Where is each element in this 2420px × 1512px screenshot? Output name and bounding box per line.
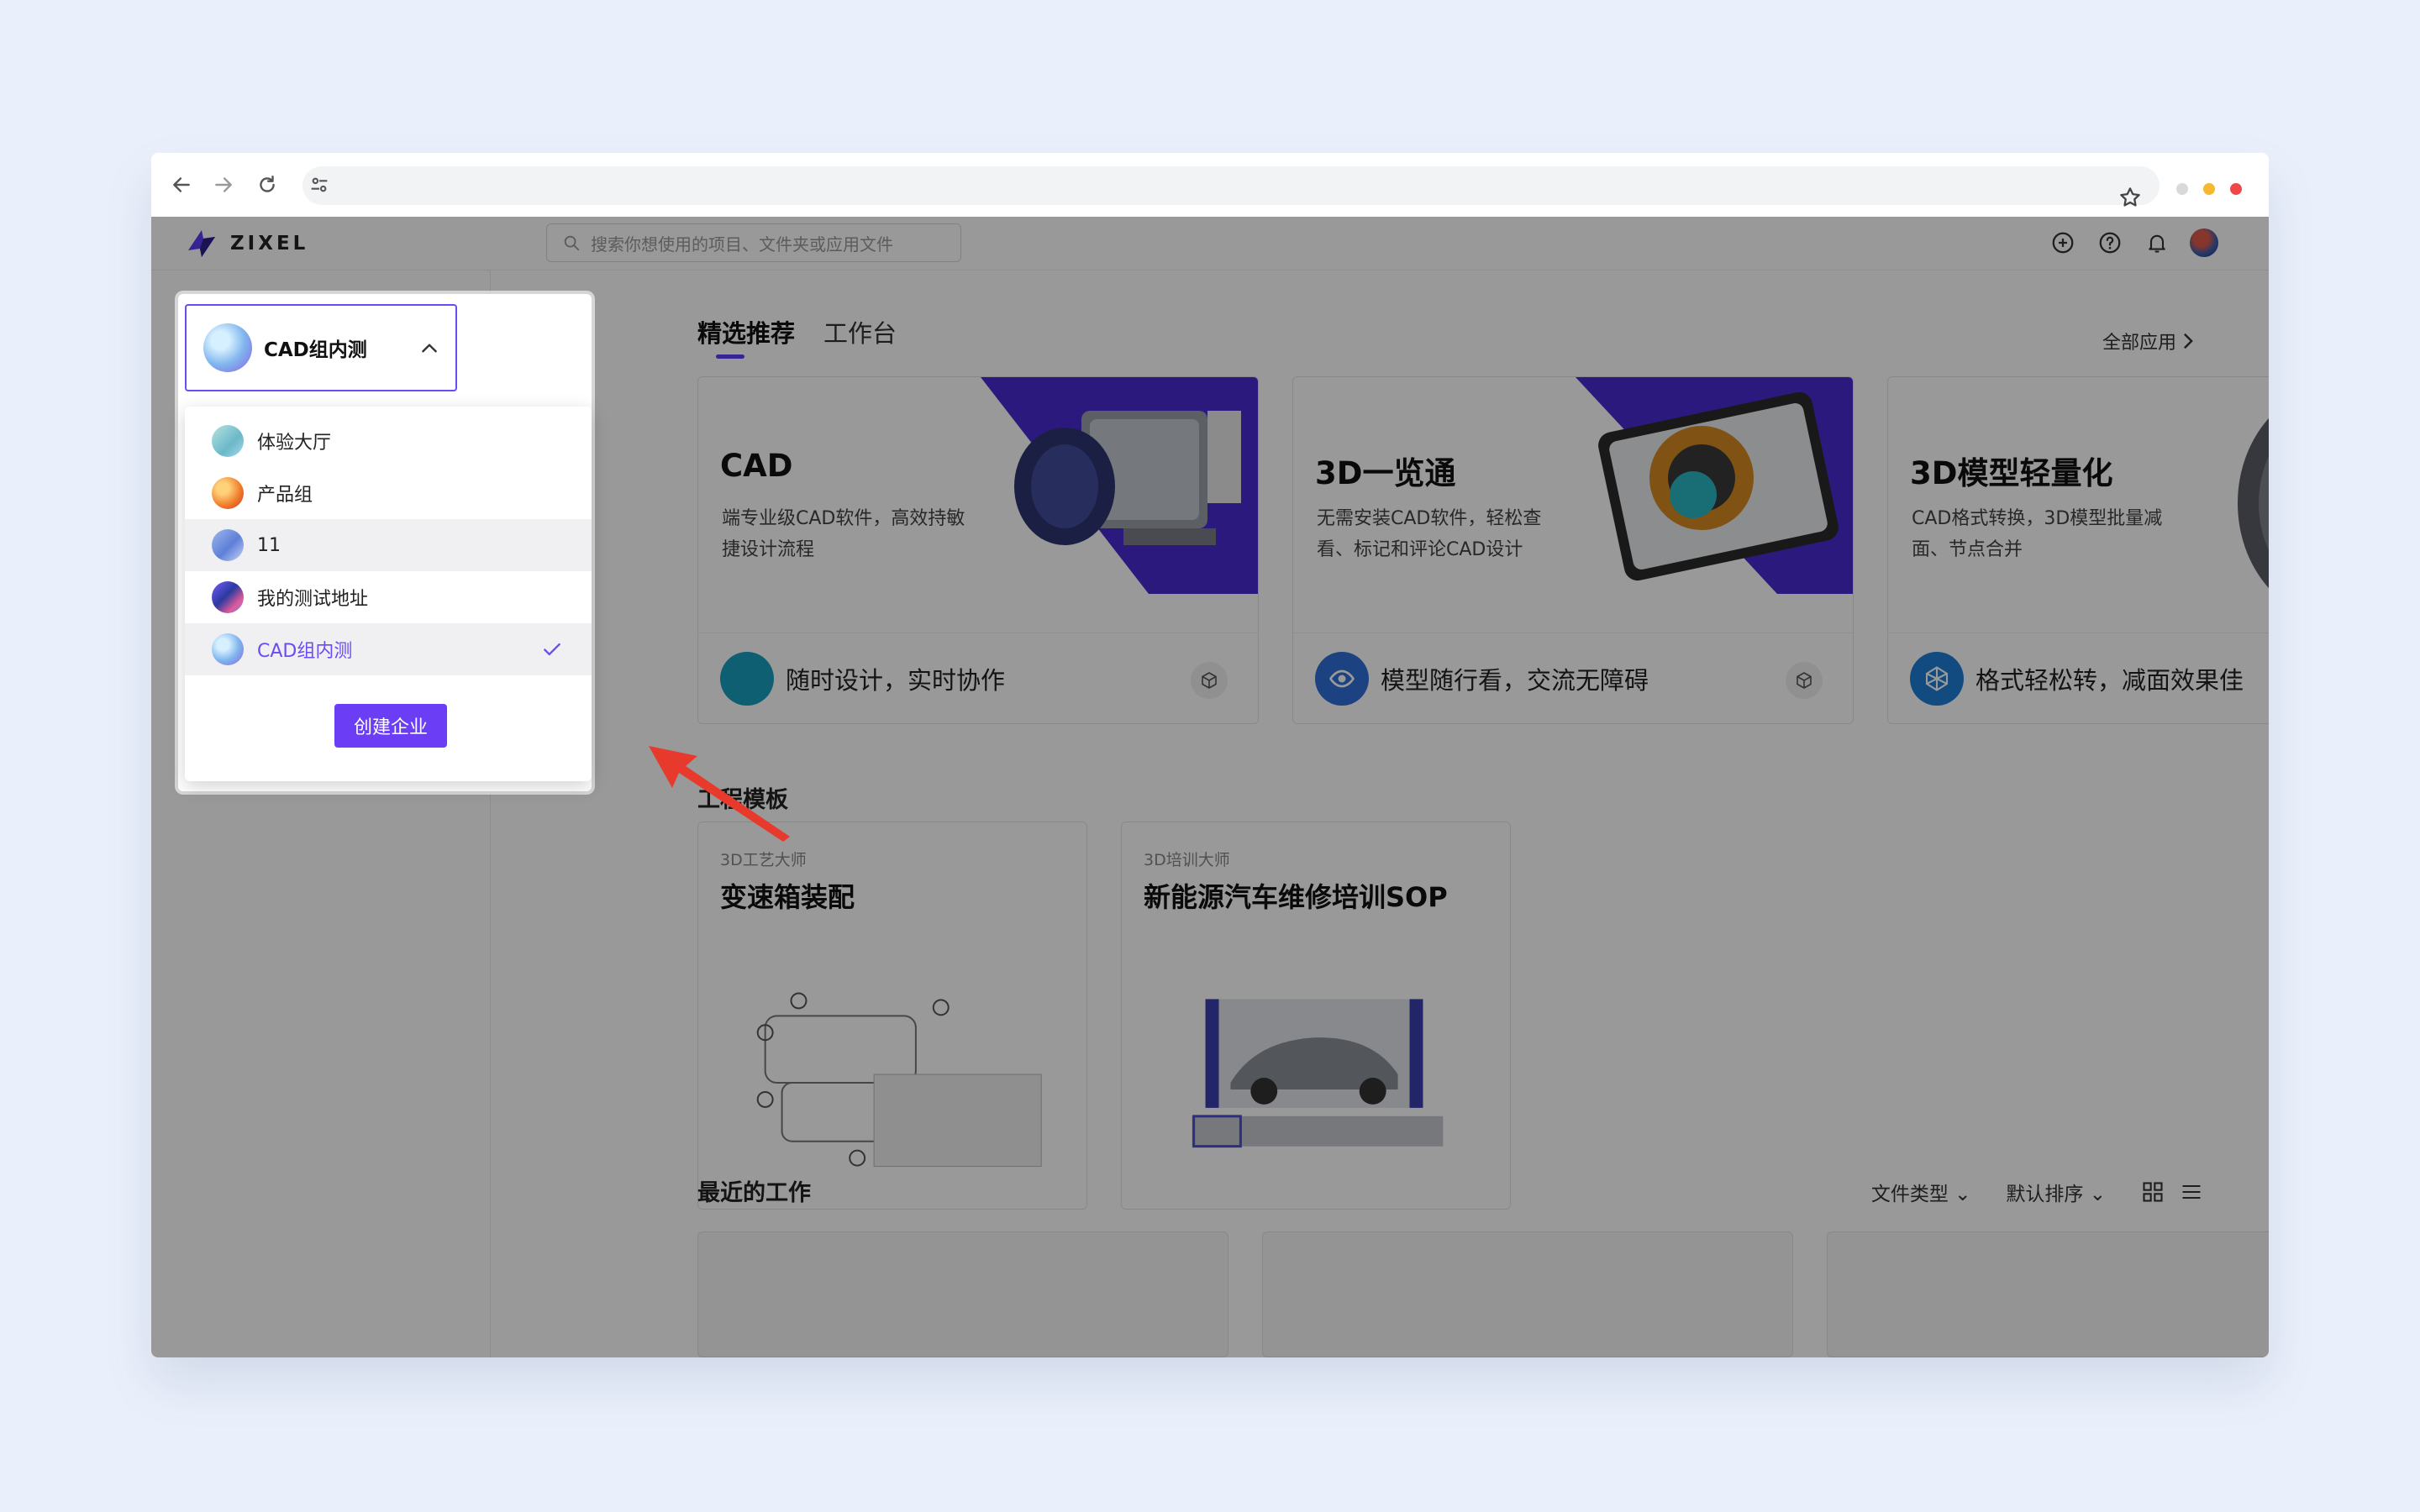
- org-item-label: 体验大厅: [257, 433, 332, 454]
- recent-title: 最近的工作: [697, 1180, 811, 1206]
- org-item[interactable]: 我的测试地址: [185, 571, 592, 623]
- card-footer: 格式轻松转，减面效果佳: [1888, 633, 2269, 723]
- recent-card[interactable]: [1827, 1231, 2269, 1357]
- logo[interactable]: ZIXEL: [183, 225, 308, 262]
- template-category: 3D工艺大师: [720, 851, 807, 869]
- feature-card-3d-viewer[interactable]: 3D一览通 无需安装CAD软件，轻松查看、标记和评论CAD设计 模型随行看，交流…: [1292, 376, 1854, 724]
- recent-card[interactable]: [1262, 1231, 1793, 1357]
- window-minimize-dot[interactable]: [2176, 183, 2188, 195]
- window-close-dot[interactable]: [2230, 183, 2242, 195]
- cube-icon[interactable]: [1786, 662, 1823, 699]
- sort-label: 默认排序: [2006, 1184, 2084, 1205]
- card-foot-text: 模型随行看，交流无障碍: [1381, 665, 1649, 695]
- eye-app-icon: [1315, 651, 1369, 706]
- cube-icon[interactable]: [1191, 662, 1228, 699]
- card-title: 3D一览通: [1315, 455, 1456, 491]
- gearbox-illustration: [756, 992, 1042, 1168]
- recent-toolbar: 文件类型 ⌄ 默认排序 ⌄: [1871, 1178, 2203, 1206]
- back-icon[interactable]: [168, 171, 195, 198]
- check-icon: [544, 643, 560, 656]
- chevron-down-icon: ⌄: [1954, 1184, 1971, 1205]
- app-topbar: ZIXEL 搜索你想使用的项目、文件夹或应用文件: [151, 217, 2269, 270]
- site-settings-icon[interactable]: [308, 173, 334, 200]
- polyhedron-app-icon: [1910, 651, 1964, 706]
- feature-card-lightweight[interactable]: 3D模型轻量化 CAD格式转换，3D模型批量减面、节点合并 格式轻松转，减面效果…: [1887, 376, 2269, 724]
- org-switcher-panel: CAD组内测 体验大厅 产品组 11 我的测试地址 CAD组内测 创建企业: [178, 294, 592, 791]
- reload-icon[interactable]: [254, 171, 281, 198]
- motor-illustration: [981, 377, 1258, 594]
- logo-text: ZIXEL: [230, 233, 309, 255]
- cad-app-icon: [720, 651, 774, 706]
- search-icon: [564, 235, 580, 251]
- card-foot-text: 格式轻松转，减面效果佳: [1975, 665, 2244, 695]
- list-view-icon[interactable]: [2180, 1180, 2203, 1204]
- template-title: 变速箱装配: [720, 881, 855, 913]
- forward-icon[interactable]: [210, 171, 237, 198]
- card-desc: 端专业级CAD软件，高效持敏捷设计流程: [722, 508, 965, 560]
- template-card-ev-training[interactable]: 3D培训大师 新能源汽车维修培训SOP: [1121, 822, 1511, 1210]
- zixel-logo-icon: [188, 230, 215, 257]
- window-zoom-dot[interactable]: [2203, 183, 2215, 195]
- search-placeholder: 搜索你想使用的项目、文件夹或应用文件: [591, 234, 893, 255]
- org-item-label: 我的测试地址: [257, 589, 369, 610]
- card-footer: 随时设计，实时协作: [698, 633, 1258, 723]
- org-item-label: 11: [257, 534, 281, 556]
- org-item[interactable]: 产品组: [185, 467, 592, 519]
- card-title: CAD: [720, 448, 793, 484]
- template-title: 新能源汽车维修培训SOP: [1144, 881, 1448, 913]
- file-type-filter[interactable]: 文件类型 ⌄: [1871, 1178, 1971, 1206]
- address-bar[interactable]: [302, 166, 2160, 207]
- chevron-up-icon: [422, 344, 437, 353]
- recent-card[interactable]: [697, 1231, 1228, 1357]
- browser-toolbar: [151, 153, 2269, 217]
- grid-view-icon[interactable]: [2141, 1180, 2165, 1204]
- all-apps-label: 全部应用: [2102, 333, 2176, 354]
- org-item[interactable]: 体验大厅: [185, 415, 592, 467]
- search-input[interactable]: 搜索你想使用的项目、文件夹或应用文件: [546, 223, 961, 262]
- feature-card-cad[interactable]: CAD 端专业级CAD软件，高效持敏捷设计流程 随时设计，实时协作: [697, 376, 1259, 724]
- recent-cards: [697, 1231, 2269, 1357]
- org-avatar: [212, 581, 244, 613]
- org-list: 体验大厅 产品组 11 我的测试地址 CAD组内测 创建企业: [185, 407, 592, 781]
- org-avatar: [203, 323, 252, 372]
- template-card-gearbox[interactable]: 3D工艺大师 变速箱装配: [697, 822, 1087, 1210]
- active-tab-indicator: [716, 354, 744, 359]
- add-icon[interactable]: [2049, 228, 2077, 257]
- card-desc: 无需安装CAD软件，轻松查看、标记和评论CAD设计: [1317, 508, 1542, 560]
- org-avatar: [212, 529, 244, 561]
- tab-featured[interactable]: 精选推荐: [697, 314, 795, 349]
- org-item-label: CAD组内测: [257, 641, 353, 662]
- tab-workbench[interactable]: 工作台: [823, 314, 897, 349]
- current-org-label: CAD组内测: [264, 339, 367, 361]
- org-switcher-trigger[interactable]: CAD组内测: [185, 304, 457, 391]
- chevron-right-icon: [2183, 333, 2193, 349]
- org-avatar: [212, 633, 244, 665]
- create-org-button[interactable]: 创建企业: [334, 704, 447, 748]
- file-type-label: 文件类型: [1870, 1184, 1949, 1205]
- org-item-selected[interactable]: CAD组内测: [185, 623, 592, 675]
- help-icon[interactable]: [2096, 228, 2124, 257]
- org-avatar: [212, 477, 244, 509]
- avatar[interactable]: [2190, 228, 2218, 257]
- sort-select[interactable]: 默认排序 ⌄: [2006, 1178, 2106, 1206]
- card-foot-text: 随时设计，实时协作: [786, 665, 1006, 695]
- all-apps-link[interactable]: 全部应用: [2102, 328, 2195, 354]
- bell-icon[interactable]: [2143, 228, 2171, 257]
- tablet-illustration: [1576, 377, 1853, 594]
- annotation-arrow-icon: [649, 746, 790, 842]
- home-tabs: 精选推荐 工作台: [697, 314, 897, 349]
- turbine-illustration: [2238, 417, 2269, 589]
- template-category: 3D培训大师: [1144, 851, 1230, 869]
- card-desc: CAD格式转换，3D模型批量减面、节点合并: [1912, 508, 2163, 560]
- bookmark-star-icon[interactable]: [2118, 185, 2146, 213]
- org-item[interactable]: 11: [185, 519, 592, 571]
- chevron-down-icon: ⌄: [2089, 1184, 2106, 1205]
- org-item-label: 产品组: [257, 485, 313, 506]
- org-avatar: [212, 425, 244, 457]
- card-footer: 模型随行看，交流无障碍: [1293, 633, 1853, 723]
- card-title: 3D模型轻量化: [1910, 455, 2113, 491]
- feature-cards: CAD 端专业级CAD软件，高效持敏捷设计流程 随时设计，实时协作 3D一览通 …: [697, 376, 2269, 724]
- car-illustration: [1192, 999, 1444, 1148]
